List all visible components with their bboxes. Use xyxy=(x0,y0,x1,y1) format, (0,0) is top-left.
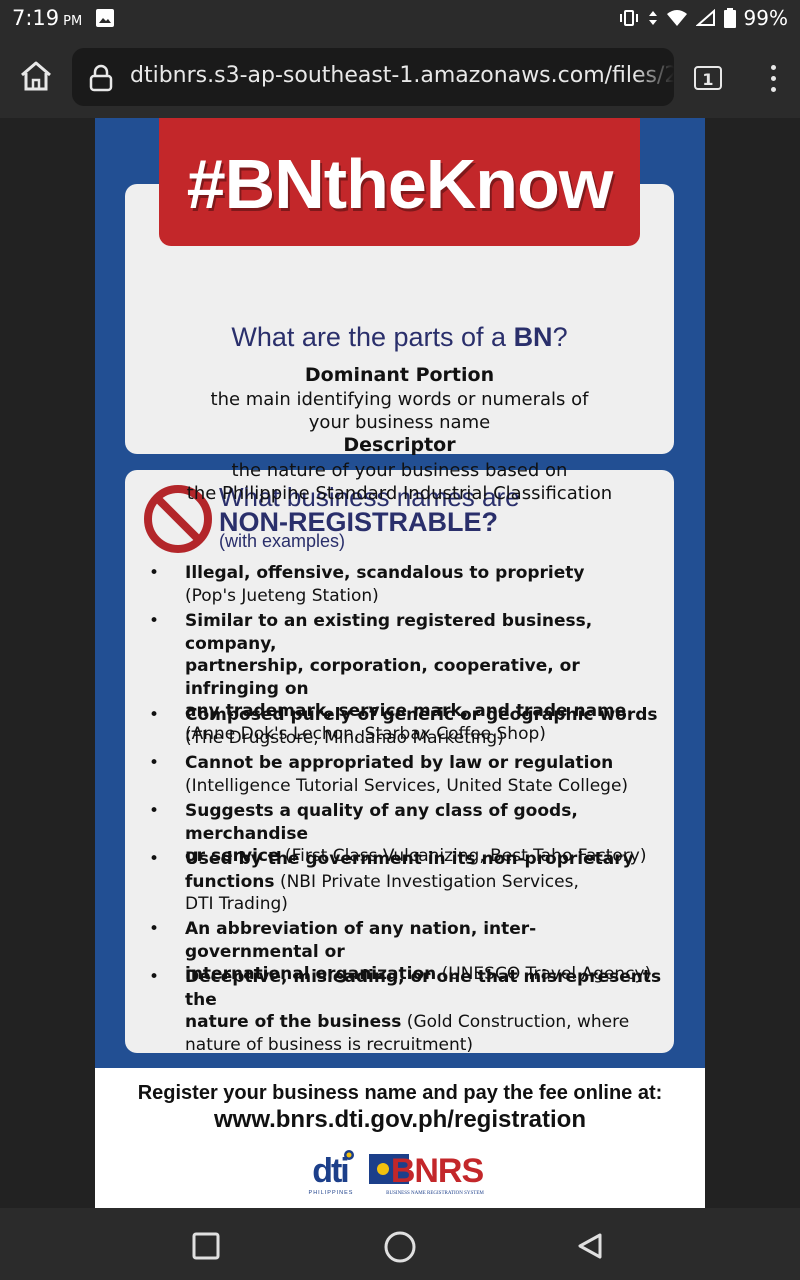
non-registrable-card: What business names are NON-REGISTRABLE?… xyxy=(125,470,674,1055)
svg-text:BUSINESS NAME REGISTRATION SYS: BUSINESS NAME REGISTRATION SYSTEM xyxy=(386,1191,484,1196)
register-text: Register your business name and pay the … xyxy=(137,1082,663,1104)
page-content[interactable]: #BNtheKnow What are the parts of a BN? D… xyxy=(0,118,800,1208)
url-text: dtibnrs.s3-ap-southeast-1.amazonaws.com/… xyxy=(130,63,674,88)
part-line: the nature of your business based on xyxy=(231,460,568,481)
data-icon xyxy=(648,11,657,25)
svg-text:PHILIPPINES: PHILIPPINES xyxy=(309,1190,354,1196)
non-registrable-subheading: (with examples) xyxy=(219,531,346,551)
bn-parts-question: What are the parts of a BN? xyxy=(231,322,568,352)
poster: #BNtheKnow What are the parts of a BN? D… xyxy=(95,118,705,1208)
lock-icon xyxy=(89,64,113,92)
status-icons: 99% xyxy=(618,6,788,30)
hashtag-banner: #BNtheKnow xyxy=(159,118,640,246)
wifi-icon xyxy=(666,10,687,26)
tab-switcher-button[interactable]: 1 xyxy=(694,66,722,90)
status-bar: 7:19 PM 99% xyxy=(0,0,800,38)
svg-text:dti: dti xyxy=(312,1152,348,1190)
svg-text:BNRS: BNRS xyxy=(391,1152,484,1190)
battery-icon xyxy=(723,8,736,28)
dti-logo: dti PHILIPPINES xyxy=(309,1150,354,1196)
bnrs-logo: BNRS BUSINESS NAME REGISTRATION SYSTEM xyxy=(369,1152,484,1196)
hashtag-title: #BNtheKnow xyxy=(186,145,614,223)
recents-button-icon[interactable] xyxy=(192,1232,220,1260)
part-line: the Philippine Standard Industrial Class… xyxy=(186,483,613,504)
home-icon[interactable] xyxy=(18,58,54,94)
poster-footer: Register your business name and pay the … xyxy=(95,1068,705,1208)
clock: 7:19 PM xyxy=(12,6,83,30)
home-button-icon[interactable] xyxy=(383,1230,417,1264)
back-button-icon[interactable] xyxy=(576,1232,604,1260)
part-line: the main identifying words or numerals o… xyxy=(210,389,589,410)
part-title: Dominant Portion xyxy=(304,364,495,386)
part-title: Descriptor xyxy=(343,434,456,456)
browser-toolbar: dtibnrs.s3-ap-southeast-1.amazonaws.com/… xyxy=(0,38,800,118)
part-line: your business name xyxy=(308,412,491,433)
url-field[interactable]: dtibnrs.s3-ap-southeast-1.amazonaws.com/… xyxy=(72,48,674,106)
registration-url: www.bnrs.dti.gov.ph/registration xyxy=(213,1106,586,1133)
signal-icon xyxy=(695,9,715,26)
navigation-bar xyxy=(0,1208,800,1280)
image-icon xyxy=(96,9,114,27)
vibrate-icon xyxy=(619,10,638,26)
overflow-menu-icon[interactable] xyxy=(766,62,780,98)
battery-percent: 99% xyxy=(743,6,788,30)
